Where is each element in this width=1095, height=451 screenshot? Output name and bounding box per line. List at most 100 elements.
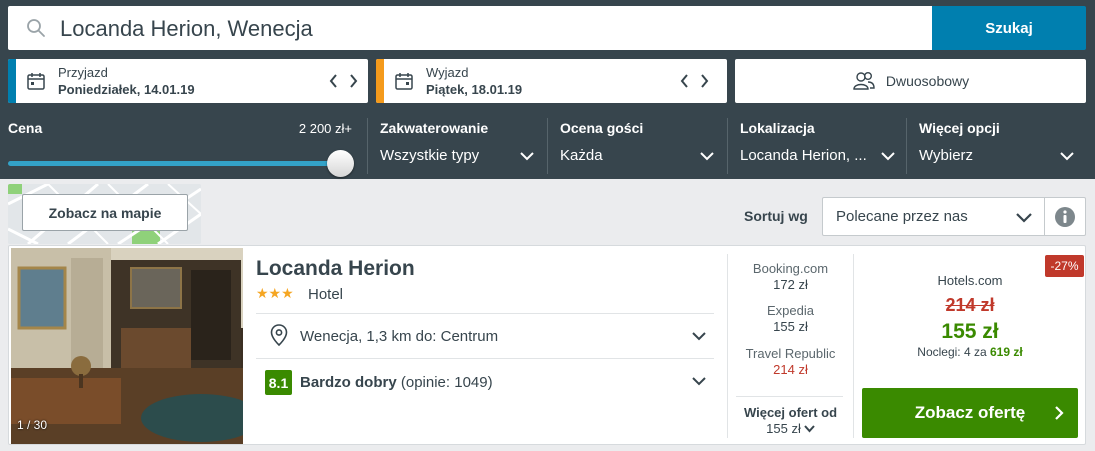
more-offers-label: Więcej ofert od	[743, 405, 838, 420]
column-divider	[853, 254, 854, 438]
checkout-date-picker[interactable]: Wyjazd Piątek, 18.01.19	[376, 59, 727, 103]
room-type-label: Dwuosobowy	[885, 73, 970, 89]
filter-divider	[547, 118, 548, 174]
star-rating: ★★★	[256, 285, 294, 301]
partner-offer-expedia[interactable]: Expedia 155 zł	[728, 303, 853, 334]
chevron-down-icon	[520, 152, 534, 161]
chevron-down-icon	[700, 152, 714, 161]
checkin-date: Poniedziałek, 14.01.19	[58, 82, 195, 97]
checkout-label: Wyjazd	[426, 65, 469, 80]
rating-summary: Bardzo dobry (opinie: 1049)	[300, 374, 493, 391]
calendar-icon	[27, 73, 45, 90]
partner-name: Expedia	[767, 303, 814, 318]
partner-offer-travel-republic[interactable]: Travel Republic 214 zł	[728, 346, 853, 377]
more-offers-price: 155 zł	[766, 421, 801, 436]
location-filter[interactable]: Lokalizacja Locanda Herion, ...	[740, 120, 895, 164]
price-filter: Cena 2 200 zł+	[8, 120, 354, 177]
more-options-filter-label: Więcej opcji	[919, 120, 1000, 136]
location-expand-chevron-icon[interactable]	[692, 331, 706, 341]
search-icon	[27, 19, 45, 37]
checkin-date-picker[interactable]: Przyjazd Poniedziałek, 14.01.19	[8, 59, 368, 103]
chevron-right-icon	[349, 74, 357, 88]
chevron-left-icon	[680, 74, 688, 88]
divider	[736, 396, 843, 397]
rating-score-badge: 8.1	[265, 370, 292, 395]
search-value: Locanda Herion, Wenecja	[60, 16, 313, 41]
sort-info-button[interactable]	[1045, 197, 1086, 236]
chevron-down-icon	[1060, 152, 1074, 161]
filters-bar: Cena 2 200 zł+ Zakwaterowanie Wszystkie …	[0, 112, 1095, 179]
rating-label: Bardzo dobry	[300, 374, 397, 391]
checkout-prev-button[interactable]	[676, 71, 692, 91]
guest-rating-filter[interactable]: Ocena gości Każda	[560, 120, 715, 164]
nights-prefix: Noclegi: 4 za	[917, 345, 987, 359]
price-slider-track[interactable]	[8, 161, 338, 166]
show-on-map-button[interactable]: Zobacz na mapie	[22, 194, 188, 231]
sort-select[interactable]: Polecane przez nas	[822, 197, 1045, 236]
sort-label: Sortuj wg	[744, 208, 808, 224]
filter-divider	[906, 118, 907, 174]
hotel-type: Hotel	[308, 286, 344, 303]
map-preview[interactable]: Zobacz na mapie	[8, 184, 201, 244]
hotel-photo[interactable]: 1 / 30	[11, 248, 243, 444]
partner-name: Booking.com	[752, 261, 829, 276]
calendar-icon	[395, 73, 413, 90]
partner-price: 155 zł	[773, 319, 808, 334]
old-price: 214 zł	[945, 295, 995, 315]
more-offers-button[interactable]: Więcej ofert od 155 zł	[728, 405, 853, 436]
best-offer-partner: Hotels.com	[937, 273, 1003, 288]
divider	[256, 358, 714, 359]
guests-icon	[853, 72, 875, 90]
hotel-lobby-image	[11, 248, 243, 444]
divider	[256, 313, 714, 314]
checkin-prev-button[interactable]	[325, 71, 341, 91]
room-type-selector[interactable]: Dwuosobowy	[735, 59, 1086, 103]
accommodation-filter-value: Wszystkie typy	[380, 147, 480, 164]
checkout-next-button[interactable]	[696, 71, 712, 91]
partner-offer-booking[interactable]: Booking.com 172 zł	[728, 261, 853, 292]
guest-rating-filter-value: Każda	[560, 147, 603, 164]
filter-divider	[367, 118, 368, 174]
price-filter-label: Cena	[8, 120, 43, 136]
chevron-left-icon	[329, 74, 337, 88]
rating-expand-chevron-icon[interactable]	[692, 376, 706, 386]
chevron-right-icon	[700, 74, 708, 88]
search-button[interactable]: Szukaj	[932, 6, 1086, 50]
view-deal-label: Zobacz ofertę	[914, 403, 1026, 422]
location-filter-label: Lokalizacja	[740, 120, 815, 136]
sort-value: Polecane przez nas	[836, 208, 968, 225]
chevron-down-icon	[881, 152, 895, 161]
accommodation-filter[interactable]: Zakwaterowanie Wszystkie typy	[380, 120, 535, 164]
checkin-label: Przyjazd	[58, 65, 108, 80]
chevron-down-icon	[804, 424, 815, 432]
info-icon	[1055, 206, 1075, 227]
price-slider-handle[interactable]	[327, 150, 354, 177]
nights-total: Noclegi: 4 za 619 zł	[862, 345, 1078, 359]
checkout-accent-bar	[376, 59, 384, 103]
search-input[interactable]: Locanda Herion, Wenecja	[8, 6, 932, 50]
guest-rating-filter-label: Ocena gości	[560, 120, 644, 136]
checkin-accent-bar	[8, 59, 16, 103]
filter-divider	[727, 118, 728, 174]
location-filter-value: Locanda Herion, ...	[740, 147, 867, 164]
checkout-date: Piątek, 18.01.19	[426, 82, 523, 97]
partner-price: 172 zł	[773, 277, 808, 292]
nights-total-price: 619 zł	[990, 345, 1023, 359]
search-panel: Locanda Herion, Wenecja Szukaj Przyjazd …	[0, 0, 1095, 179]
price-filter-value: 2 200 zł+	[298, 121, 352, 136]
photo-counter: 1 / 30	[17, 418, 48, 432]
rating-reviews: (opinie: 1049)	[400, 374, 493, 391]
more-options-filter-value: Wybierz	[919, 147, 974, 164]
more-options-filter[interactable]: Więcej opcji Wybierz	[919, 120, 1079, 164]
accommodation-filter-label: Zakwaterowanie	[380, 120, 489, 136]
view-deal-button[interactable]: Zobacz ofertę	[862, 388, 1078, 438]
partner-price: 214 zł	[773, 362, 808, 377]
best-price: 155 zł	[941, 320, 999, 343]
chevron-down-icon	[1016, 213, 1032, 223]
location-pin-icon	[270, 324, 288, 346]
partner-name: Travel Republic	[745, 346, 836, 361]
hotel-result-card: 1 / 30 Locanda Herion ★★★ Hotel Wenecja,…	[8, 245, 1086, 445]
hotel-name[interactable]: Locanda Herion	[256, 257, 415, 281]
checkin-next-button[interactable]	[345, 71, 361, 91]
hotel-location: Wenecja, 1,3 km do: Centrum	[300, 328, 499, 345]
